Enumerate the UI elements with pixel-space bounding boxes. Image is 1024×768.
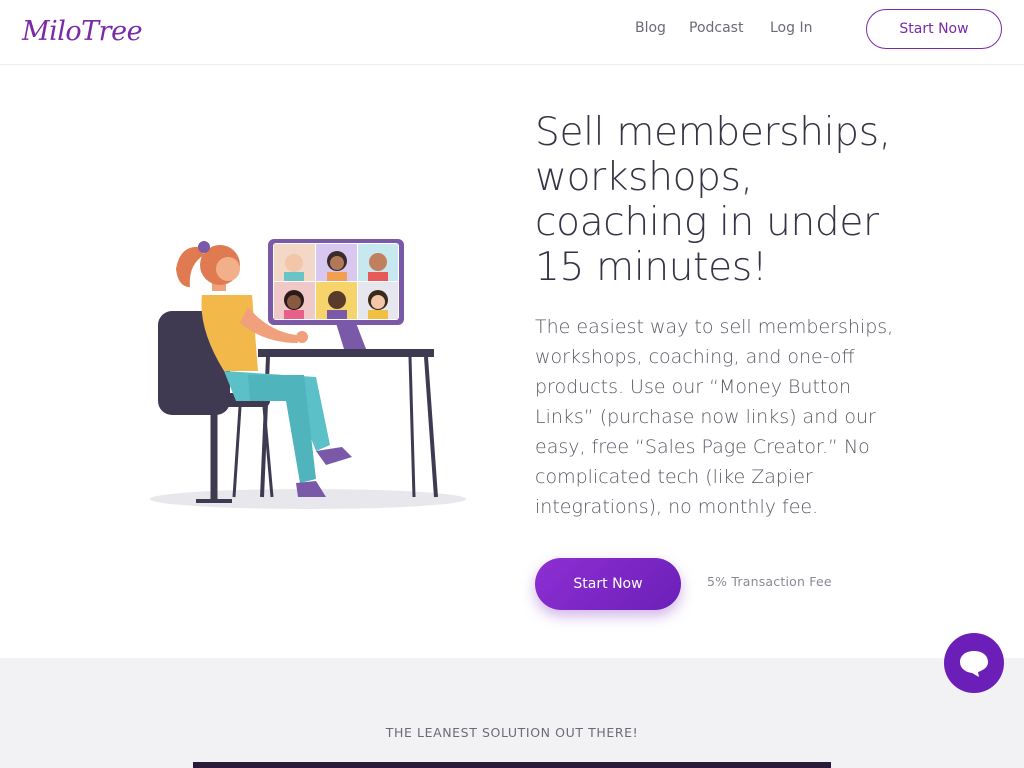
- hero-start-now-button[interactable]: Start Now: [535, 558, 681, 610]
- logo-text[interactable]: MiloTree: [22, 16, 143, 47]
- header-start-now-button[interactable]: Start Now: [866, 9, 1002, 49]
- chat-widget-button[interactable]: [944, 633, 1004, 693]
- nav-link-blog[interactable]: Blog: [635, 20, 666, 36]
- nav-link-login[interactable]: Log In: [770, 20, 812, 36]
- section-caption: THE LEANEST SOLUTION OUT THERE!: [385, 725, 639, 740]
- woman-at-desk-illustration: [150, 239, 466, 509]
- hero-title: Sell memberships, workshops, coaching in…: [535, 110, 891, 290]
- lower-section: THE LEANEST SOLUTION OUT THERE!: [0, 658, 1024, 768]
- milotree-logo[interactable]: MiloTree: [22, 14, 143, 48]
- video-embed[interactable]: [193, 762, 831, 768]
- nav-link-podcast[interactable]: Podcast: [689, 20, 743, 36]
- hero-description: The easiest way to sell memberships, wor…: [535, 316, 894, 518]
- transaction-fee-note: 5% Transaction Fee: [707, 574, 832, 589]
- site-header: MiloTree Blog Podcast Log In Start Now: [0, 0, 1024, 65]
- chat-bubble-icon: [960, 651, 988, 677]
